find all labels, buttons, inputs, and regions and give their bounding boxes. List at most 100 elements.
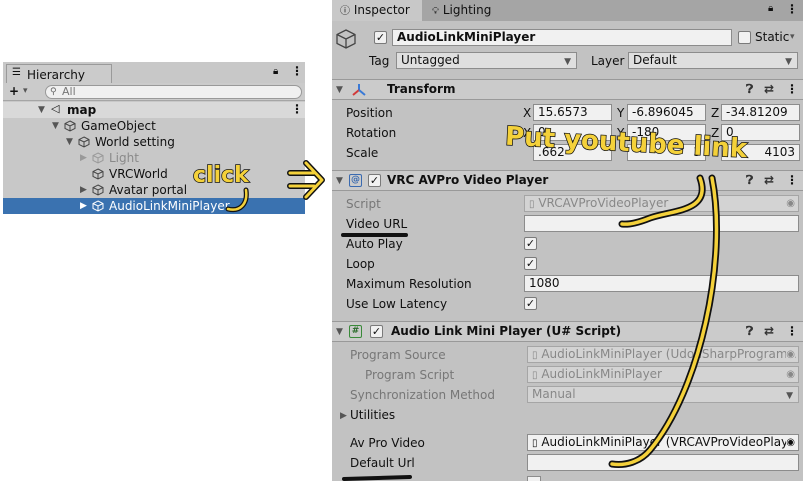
- utilities-foldout[interactable]: Utilities: [350, 407, 395, 423]
- hierarchy-item-label: Light: [109, 151, 139, 165]
- inspector-tabbar: ⓘ Inspector 💡︎ Lighting 🔒︎ ⋮: [332, 0, 803, 21]
- hierarchy-item-label: VRCWorld: [109, 167, 168, 181]
- loop-checkbox[interactable]: ✓: [524, 257, 537, 270]
- hierarchy-panel: ☰ Hierarchy 🔒︎ ⋮ + ▾ ⚲ All ▼ ◁ map ⋮ ▼ G…: [3, 62, 305, 214]
- expand-arrow-icon[interactable]: ▼: [52, 121, 59, 131]
- hierarchy-row-audiolinkminiplayer[interactable]: ▶ AudioLinkMiniPlayer: [3, 198, 305, 214]
- hierarchy-row-gameobject[interactable]: ▼ GameObject: [3, 118, 305, 134]
- tag-dropdown[interactable]: Untagged ▼: [396, 52, 577, 69]
- hierarchy-row-world-setting[interactable]: ▼ World setting: [3, 134, 305, 150]
- sync-method-dropdown: Manual ▼: [527, 386, 799, 403]
- partial-field[interactable]: [527, 476, 541, 481]
- search-input[interactable]: ⚲ All: [45, 85, 302, 99]
- menu-dots-icon[interactable]: ⋮: [786, 171, 798, 190]
- program-script-value: AudioLinkMiniPlayer: [541, 367, 662, 381]
- menu-dots-icon[interactable]: ⋮: [786, 322, 798, 341]
- layer-dropdown[interactable]: Default ▼: [628, 52, 798, 69]
- asset-file-icon: ▯: [532, 350, 538, 361]
- z-label: Z: [711, 106, 720, 120]
- menu-dots-icon[interactable]: ⋮: [786, 80, 798, 99]
- active-checkbox[interactable]: ✓: [374, 31, 387, 44]
- hierarchy-item-label: World setting: [95, 135, 175, 149]
- audiolink-header[interactable]: ▼ # ✓ Audio Link Mini Player (U# Script)…: [332, 321, 803, 342]
- script-value: VRCAVProVideoPlayer: [538, 196, 669, 210]
- sync-method-label: Synchronization Method: [350, 388, 495, 402]
- vrc-avpro-title: VRC AVPro Video Player: [387, 173, 549, 187]
- component-icon: @: [349, 174, 362, 187]
- lightbulb-icon: 💡︎: [432, 6, 439, 17]
- menu-dots-icon[interactable]: ⋮: [291, 102, 303, 116]
- click-annotation: click: [192, 162, 249, 189]
- av-pro-video-field[interactable]: ▯ AudioLinkMiniPlayer (VRCAVProVideoPlay…: [527, 434, 799, 451]
- program-script-field: ▯ AudioLinkMiniPlayer ◉: [527, 366, 799, 383]
- expand-arrow-icon[interactable]: ▼: [336, 323, 343, 342]
- default-url-label: Default Url: [350, 456, 415, 470]
- menu-dots-icon[interactable]: ⋮: [786, 2, 798, 16]
- max-resolution-field[interactable]: 1080: [524, 275, 799, 292]
- expand-arrow-icon[interactable]: ▼: [66, 137, 73, 147]
- tab-inspector[interactable]: ⓘ Inspector: [332, 0, 422, 21]
- add-button[interactable]: +: [9, 83, 19, 99]
- help-icon[interactable]: ❓︎: [746, 171, 753, 190]
- add-dropdown-icon[interactable]: ▾: [23, 86, 28, 96]
- object-picker-icon[interactable]: ◉: [786, 435, 795, 450]
- component-enabled-checkbox[interactable]: ✓: [370, 325, 383, 338]
- gameobject-cube-icon: [336, 29, 356, 49]
- vrc-avpro-header[interactable]: ▼ @ ✓ VRC AVPro Video Player ❓︎ ⇄ ⋮: [332, 170, 803, 191]
- chevron-down-icon: ▼: [786, 391, 793, 401]
- preset-icon[interactable]: ⇄: [764, 80, 774, 99]
- tab-lighting[interactable]: 💡︎ Lighting: [424, 0, 514, 21]
- low-latency-checkbox[interactable]: ✓: [524, 297, 537, 310]
- hierarchy-item-label: Avatar portal: [109, 183, 188, 197]
- collapse-arrow-icon[interactable]: ▶: [80, 201, 87, 211]
- auto-play-label: Auto Play: [346, 237, 403, 251]
- lock-icon[interactable]: 🔒︎: [768, 3, 773, 14]
- collapse-arrow-icon[interactable]: ▶: [80, 185, 87, 195]
- help-icon[interactable]: ❓︎: [746, 322, 753, 341]
- collapse-arrow-icon[interactable]: ▶: [340, 411, 347, 421]
- static-dropdown-icon[interactable]: ▾: [790, 32, 795, 42]
- loop-label: Loop: [346, 257, 375, 271]
- transform-header[interactable]: ▼ Transform ❓︎ ⇄ ⋮: [332, 79, 803, 100]
- program-source-label: Program Source: [350, 348, 446, 362]
- position-y-field[interactable]: -6.896045: [627, 104, 706, 121]
- static-checkbox[interactable]: [738, 31, 751, 44]
- position-x-field[interactable]: 15.6573: [533, 104, 612, 121]
- gameobject-cube-icon: [92, 184, 104, 196]
- y-label: Y: [617, 106, 625, 120]
- hierarchy-row-light[interactable]: ▶ Light: [3, 150, 305, 166]
- hierarchy-item-label: GameObject: [81, 119, 156, 133]
- default-url-input[interactable]: [527, 454, 799, 471]
- program-script-label: Program Script: [365, 368, 455, 382]
- program-source-value: AudioLinkMiniPlayer (UdonSharpProgramA: [541, 347, 796, 361]
- help-icon[interactable]: ❓︎: [746, 80, 753, 99]
- hierarchy-tab[interactable]: ☰ Hierarchy: [6, 64, 112, 84]
- hierarchy-row-avatar-portal[interactable]: ▶ Avatar portal: [3, 182, 305, 198]
- object-picker-icon: ◉: [786, 198, 795, 209]
- position-z-field[interactable]: -34.81209: [721, 104, 800, 121]
- expand-arrow-icon[interactable]: ▼: [38, 105, 45, 115]
- preset-icon[interactable]: ⇄: [764, 171, 774, 190]
- video-url-input[interactable]: [524, 215, 799, 232]
- hierarchy-row-vrcworld[interactable]: VRCWorld: [3, 166, 305, 182]
- rotation-label: Rotation: [346, 126, 397, 140]
- max-resolution-label: Maximum Resolution: [346, 277, 472, 291]
- object-picker-icon: ◉: [786, 347, 795, 362]
- menu-dots-icon[interactable]: ⋮: [291, 64, 303, 78]
- expand-arrow-icon[interactable]: ▼: [336, 81, 343, 100]
- hierarchy-item-label: map: [67, 103, 97, 117]
- auto-play-checkbox[interactable]: ✓: [524, 237, 537, 250]
- component-enabled-checkbox[interactable]: ✓: [368, 174, 381, 187]
- script-label: Script: [346, 197, 381, 211]
- script-file-icon: ▯: [529, 199, 535, 210]
- hierarchy-row-map[interactable]: ▼ ◁ map ⋮: [3, 102, 305, 118]
- av-pro-video-value: AudioLinkMiniPlayer (VRCAVProVideoPlay: [541, 435, 789, 449]
- list-icon: ☰: [12, 67, 21, 78]
- lock-icon[interactable]: 🔒︎: [273, 66, 278, 77]
- expand-arrow-icon[interactable]: ▼: [336, 172, 343, 191]
- object-name-field[interactable]: AudioLinkMiniPlayer: [392, 29, 732, 46]
- transform-title: Transform: [387, 82, 456, 96]
- preset-icon[interactable]: ⇄: [764, 322, 774, 341]
- low-latency-label: Use Low Latency: [346, 297, 448, 311]
- collapse-arrow-icon[interactable]: ▶: [80, 153, 87, 163]
